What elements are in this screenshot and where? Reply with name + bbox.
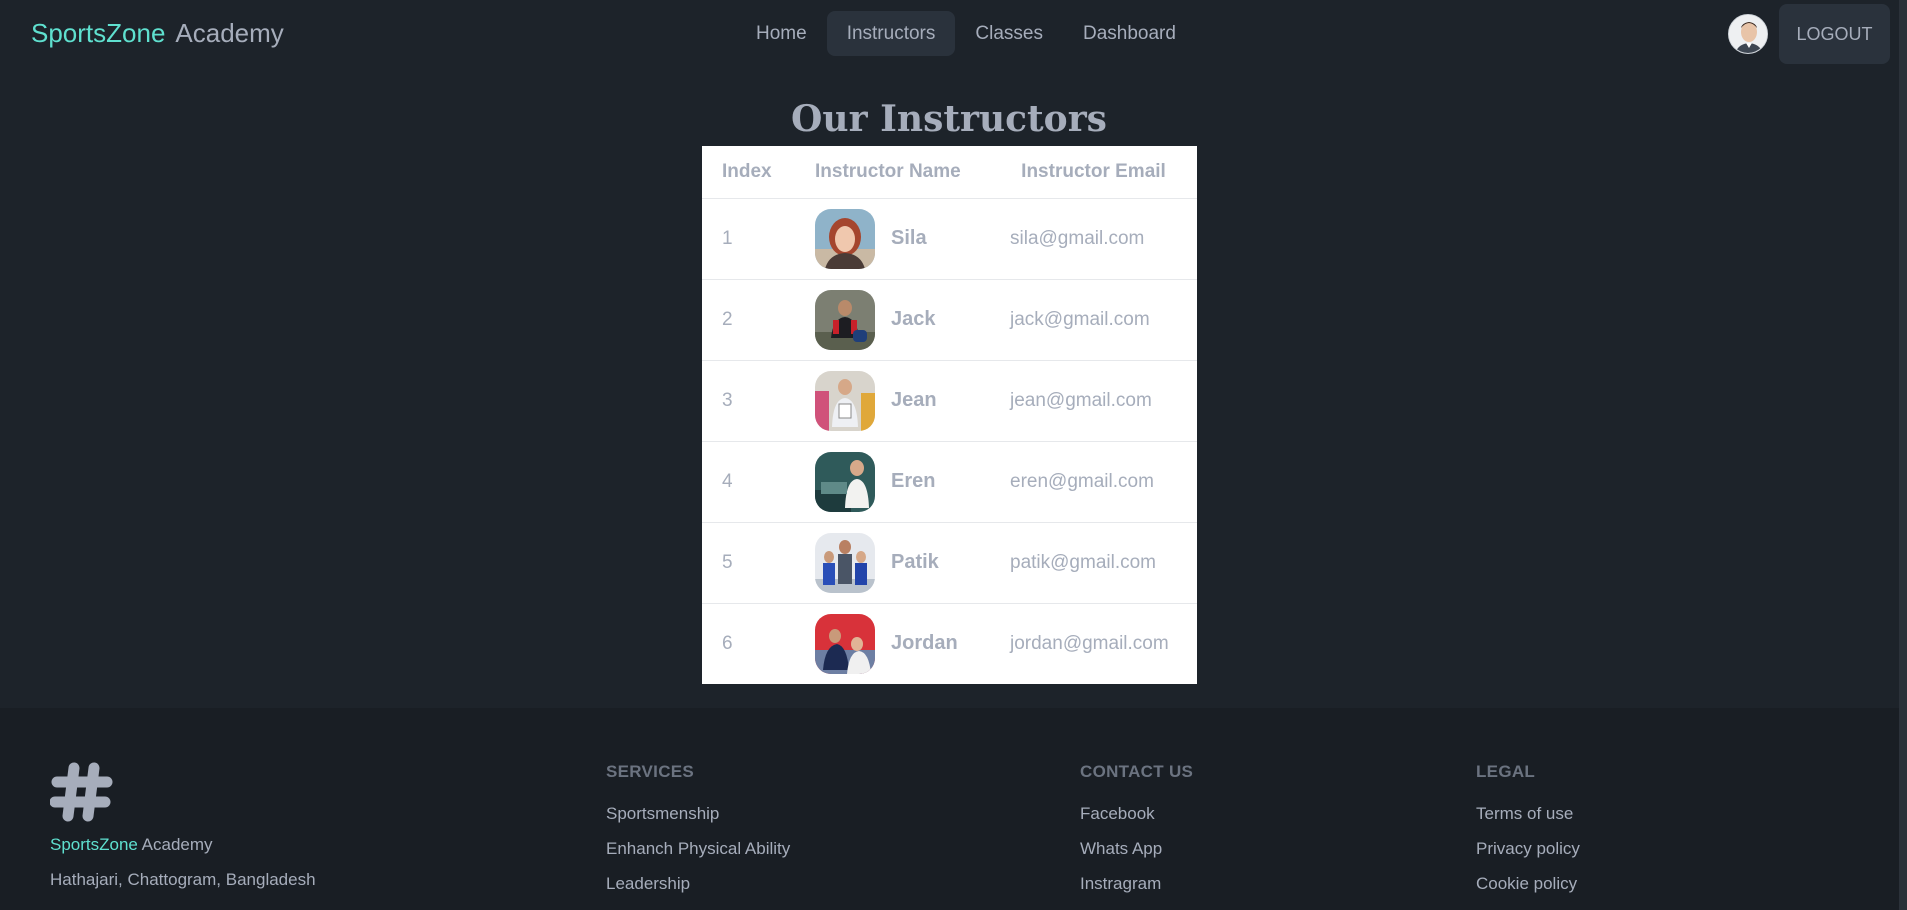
footer-link-whatsapp[interactable]: Whats App	[1080, 839, 1193, 874]
row-index: 1	[702, 198, 815, 280]
user-avatar[interactable]	[1728, 14, 1768, 54]
row-index: 3	[702, 360, 815, 442]
footer-legal-heading: LEGAL	[1476, 762, 1536, 781]
instructor-email: jack@gmail.com	[1010, 279, 1197, 361]
footer-link-physical-ability[interactable]: Enhanch Physical Ability	[606, 839, 790, 874]
instructor-name: Eren	[891, 470, 936, 492]
footer-brand: SportsZone Academy	[50, 835, 213, 855]
nav-item-classes[interactable]: Classes	[955, 11, 1063, 56]
footer-link-terms[interactable]: Terms of use	[1476, 804, 1580, 839]
footer-address: Hathajari, Chattogram, Bangladesh	[50, 870, 316, 889]
row-index: 4	[702, 441, 815, 523]
table-row: 2 Jack jack@gmail.com	[702, 279, 1197, 361]
footer-brand-part-2: Academy	[137, 835, 213, 854]
footer-legal: LEGAL Terms of use Privacy policy Cookie…	[1476, 762, 1580, 909]
table-row: 6 Jordan jordan@gmail.com	[702, 603, 1197, 684]
instructors-table: Index Instructor Name Instructor Email 1…	[702, 146, 1197, 684]
footer-link-privacy[interactable]: Privacy policy	[1476, 839, 1580, 874]
footer-link-cookie[interactable]: Cookie policy	[1476, 874, 1580, 909]
row-index: 5	[702, 522, 815, 604]
nav-item-home[interactable]: Home	[736, 11, 827, 56]
column-header-name: Instructor Name	[815, 146, 1010, 199]
instructor-email: jean@gmail.com	[1010, 360, 1197, 442]
brand-part-1: SportsZone	[31, 18, 166, 48]
footer-services: SERVICES Sportsmenship Enhanch Physical …	[606, 762, 790, 909]
table-row: 3 Jean jean@gmail.com	[702, 360, 1197, 442]
page-title: Our Instructors	[791, 98, 1107, 140]
footer-contact-heading: CONTACT US	[1080, 762, 1194, 781]
instructor-email: sila@gmail.com	[1010, 198, 1197, 280]
instructor-name: Jordan	[891, 632, 958, 655]
instructor-name: Patik	[891, 551, 939, 573]
instructor-photo	[815, 451, 875, 512]
user-avatar-icon	[1729, 15, 1767, 53]
scrollbar[interactable]	[1899, 0, 1907, 910]
table-row: 5 Patik patik@gmail.com	[702, 522, 1197, 604]
footer-link-facebook[interactable]: Facebook	[1080, 804, 1193, 839]
instructor-email: patik@gmail.com	[1010, 522, 1197, 604]
instructor-photo	[815, 289, 875, 350]
navbar: SportsZone Academy Home Instructors Class…	[0, 0, 1907, 70]
table-row: 1 Sila sila@gmail.com	[702, 198, 1197, 280]
footer-services-heading: SERVICES	[606, 762, 695, 781]
instructor-photo	[815, 532, 875, 593]
row-index: 6	[722, 632, 733, 654]
footer: SportsZone Academy Hathajari, Chattogram…	[0, 708, 1899, 910]
instructor-name: Sila	[891, 227, 927, 249]
instructor-photo	[815, 370, 875, 431]
instructor-email: eren@gmail.com	[1010, 441, 1197, 523]
logout-button[interactable]: LOGOUT	[1779, 4, 1890, 64]
nav-item-dashboard[interactable]: Dashboard	[1063, 11, 1196, 56]
instructor-name: Jean	[891, 389, 937, 411]
footer-contact: CONTACT US Facebook Whats App Instragram	[1080, 762, 1193, 909]
footer-link-instagram[interactable]: Instragram	[1080, 874, 1193, 909]
row-index: 2	[702, 279, 815, 361]
column-header-index: Index	[702, 146, 815, 199]
footer-brand-part-1: SportsZone	[50, 835, 138, 854]
brand-logo[interactable]: SportsZone Academy	[31, 18, 284, 49]
column-header-email: Instructor Email	[1010, 146, 1197, 199]
nav-menu: Home Instructors Classes Dashboard	[736, 11, 1196, 56]
table-header-row: Index Instructor Name Instructor Email	[702, 146, 1197, 199]
instructor-email: jordan@gmail.com	[1010, 632, 1169, 654]
nav-item-instructors[interactable]: Instructors	[826, 11, 956, 56]
footer-link-sportsmenship[interactable]: Sportsmenship	[606, 804, 790, 839]
instructor-name: Jack	[891, 308, 936, 330]
brand-part-2: Academy	[175, 18, 284, 48]
instructor-photo	[815, 613, 875, 674]
footer-link-leadership[interactable]: Leadership	[606, 874, 790, 909]
hashtag-logo-icon	[49, 760, 114, 824]
table-row: 4 Eren eren@gmail.com	[702, 441, 1197, 523]
instructor-photo	[815, 208, 875, 269]
